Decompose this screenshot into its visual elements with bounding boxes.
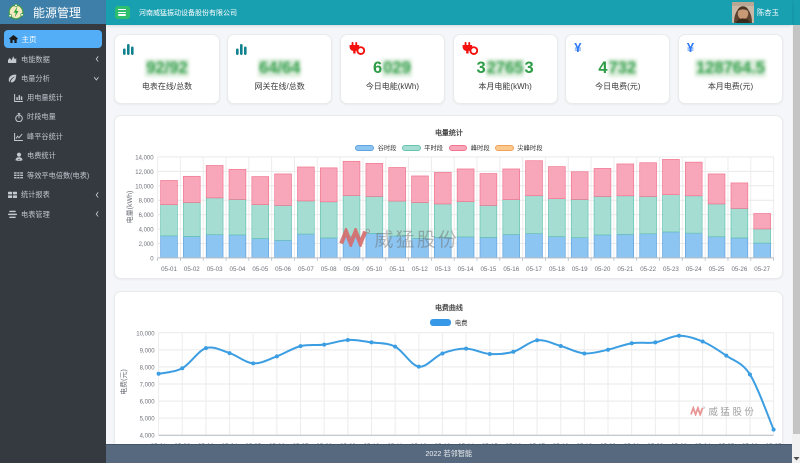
svg-text:05-19: 05-19	[572, 265, 588, 272]
svg-text:6,000: 6,000	[140, 399, 156, 405]
svg-text:05-16: 05-16	[504, 265, 520, 272]
svg-text:9,000: 9,000	[140, 348, 156, 354]
svg-text:05-27: 05-27	[755, 265, 771, 272]
svg-text:12,000: 12,000	[136, 169, 155, 175]
svg-text:05-20: 05-20	[595, 265, 611, 272]
svg-text:05-26: 05-26	[732, 265, 748, 272]
svg-text:05-22: 05-22	[641, 265, 657, 272]
svg-text:05-04: 05-04	[230, 265, 246, 272]
svg-text:4,000: 4,000	[139, 227, 155, 233]
svg-text:05-14: 05-14	[458, 265, 474, 272]
svg-text:05-07: 05-07	[298, 265, 314, 272]
svg-text:05-25: 05-25	[709, 265, 725, 272]
svg-text:10,000: 10,000	[136, 184, 155, 190]
svg-text:0: 0	[151, 256, 155, 262]
svg-text:05-02: 05-02	[184, 265, 200, 272]
svg-text:05-15: 05-15	[481, 265, 497, 272]
svg-text:05-01: 05-01	[161, 265, 177, 272]
svg-text:05-10: 05-10	[367, 265, 383, 272]
svg-text:05-21: 05-21	[618, 265, 634, 272]
svg-text:05-06: 05-06	[276, 265, 292, 272]
svg-text:2,000: 2,000	[139, 242, 155, 248]
svg-text:5,000: 5,000	[140, 416, 156, 422]
svg-text:8,000: 8,000	[139, 198, 155, 204]
svg-text:6,000: 6,000	[139, 213, 155, 219]
svg-text:10,000: 10,000	[137, 331, 156, 337]
svg-text:7,000: 7,000	[140, 382, 156, 388]
svg-text:14,000: 14,000	[136, 155, 155, 161]
svg-text:4,000: 4,000	[140, 433, 156, 439]
svg-text:05-17: 05-17	[527, 265, 543, 272]
svg-text:05-23: 05-23	[663, 265, 679, 272]
svg-text:05-11: 05-11	[390, 265, 406, 272]
svg-text:05-05: 05-05	[253, 265, 269, 272]
svg-text:05-24: 05-24	[686, 265, 702, 272]
svg-text:05-18: 05-18	[549, 265, 565, 272]
svg-text:05-13: 05-13	[435, 265, 451, 272]
svg-text:05-08: 05-08	[321, 265, 337, 272]
svg-text:05-12: 05-12	[412, 265, 428, 272]
svg-text:05-03: 05-03	[207, 265, 223, 272]
svg-text:05-09: 05-09	[344, 265, 360, 272]
svg-text:8,000: 8,000	[140, 365, 156, 371]
